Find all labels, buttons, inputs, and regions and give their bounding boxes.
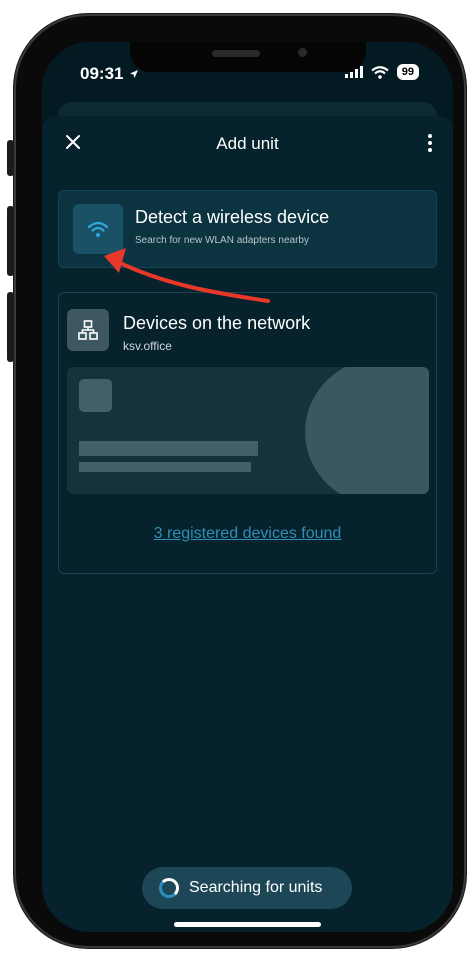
wifi-tile — [73, 204, 123, 254]
mute-switch — [7, 140, 14, 176]
status-time: 09:31 — [80, 64, 139, 84]
searching-status-pill: Searching for units — [142, 867, 352, 909]
skeleton-line — [79, 462, 251, 472]
add-unit-sheet: Add unit Detect a wireless device Search… — [42, 116, 453, 932]
location-icon — [130, 70, 139, 78]
wifi-status-icon — [371, 65, 389, 79]
network-card-title: Devices on the network — [123, 313, 311, 333]
network-tile — [67, 309, 109, 351]
skeleton-image — [305, 367, 429, 494]
registered-devices-link[interactable]: 3 registered devices found — [59, 525, 436, 543]
wireless-card-title: Detect a wireless device — [135, 207, 330, 227]
network-name: ksv.office — [123, 339, 172, 353]
cellular-signal-icon — [344, 66, 363, 78]
loading-spinner-icon — [159, 878, 179, 898]
skeleton-line — [79, 441, 258, 456]
status-time-text: 09:31 — [80, 64, 124, 83]
speaker-grille — [212, 50, 260, 57]
more-options-button[interactable] — [421, 130, 439, 156]
more-dot-icon — [428, 134, 432, 138]
skeleton-icon — [79, 379, 112, 412]
volume-down-button — [7, 292, 14, 362]
volume-up-button — [7, 206, 14, 276]
status-indicators: 99 — [344, 64, 419, 80]
battery-icon: 99 — [396, 64, 419, 80]
page-title: Add unit — [216, 134, 279, 153]
device-skeleton-placeholder — [67, 367, 429, 494]
home-indicator[interactable] — [174, 922, 321, 927]
detect-wireless-device-card[interactable]: Detect a wireless device Search for new … — [58, 190, 437, 268]
wifi-icon — [87, 221, 109, 237]
notch — [130, 42, 366, 72]
sheet-header: Add unit — [42, 116, 453, 172]
more-dot-icon — [428, 141, 432, 145]
searching-label: Searching for units — [189, 879, 323, 896]
network-topology-icon — [78, 320, 98, 340]
devices-on-network-card: Devices on the network ksv.office 3 regi… — [58, 292, 437, 574]
wireless-card-subtitle: Search for new WLAN adapters nearby — [135, 235, 309, 246]
front-camera — [298, 48, 307, 57]
screen: 09:31 99 Add unit Detect a wireless devi… — [42, 42, 453, 932]
more-dot-icon — [428, 148, 432, 152]
